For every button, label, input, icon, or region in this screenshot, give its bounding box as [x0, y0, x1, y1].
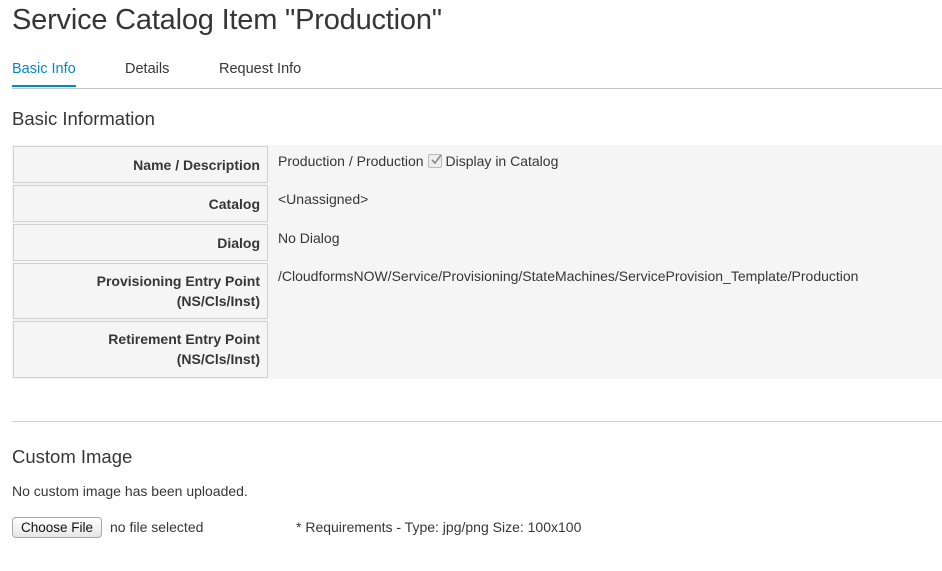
retirement-entry-point-line2: (NS/Cls/Inst)	[176, 351, 260, 367]
tab-bar: Basic Info Details Request Info	[12, 57, 942, 89]
basic-information-table: Name / Description Production / Producti…	[12, 145, 942, 379]
display-in-catalog-label: Display in Catalog	[445, 153, 559, 169]
custom-image-status: No custom image has been uploaded.	[12, 483, 248, 499]
provisioning-entry-point-label: Provisioning Entry Point (NS/Cls/Inst)	[13, 263, 268, 319]
catalog-value: <Unassigned>	[278, 191, 369, 207]
file-status-text: no file selected	[110, 519, 204, 535]
catalog-label: Catalog	[13, 185, 268, 222]
tab-details[interactable]: Details	[125, 61, 169, 77]
retirement-entry-point-line1: Retirement Entry Point	[108, 331, 260, 347]
checkmark-icon	[430, 154, 442, 165]
dialog-label: Dialog	[13, 224, 268, 261]
image-requirements-text: * Requirements - Type: jpg/png Size: 100…	[296, 519, 582, 535]
page-title: Service Catalog Item "Production"	[12, 4, 442, 36]
provisioning-entry-point-line2: (NS/Cls/Inst)	[176, 293, 260, 309]
retirement-entry-point-label: Retirement Entry Point (NS/Cls/Inst)	[13, 321, 268, 378]
provisioning-entry-point-value: /CloudformsNOW/Service/Provisioning/Stat…	[278, 268, 859, 284]
section-divider	[12, 421, 942, 422]
basic-information-heading: Basic Information	[12, 108, 155, 129]
provisioning-entry-point-line1: Provisioning Entry Point	[96, 273, 260, 289]
name-description-text: Production / Production	[278, 153, 424, 169]
dialog-value: No Dialog	[278, 230, 340, 246]
display-in-catalog-checkbox[interactable]	[427, 154, 442, 168]
name-description-value: Production / Production Display in Catalo…	[278, 151, 558, 171]
custom-image-heading: Custom Image	[12, 446, 133, 467]
choose-file-button[interactable]: Choose File	[12, 517, 103, 538]
tab-request-info[interactable]: Request Info	[219, 61, 301, 77]
name-description-label: Name / Description	[13, 146, 268, 183]
tab-basic-info[interactable]: Basic Info	[12, 61, 76, 87]
